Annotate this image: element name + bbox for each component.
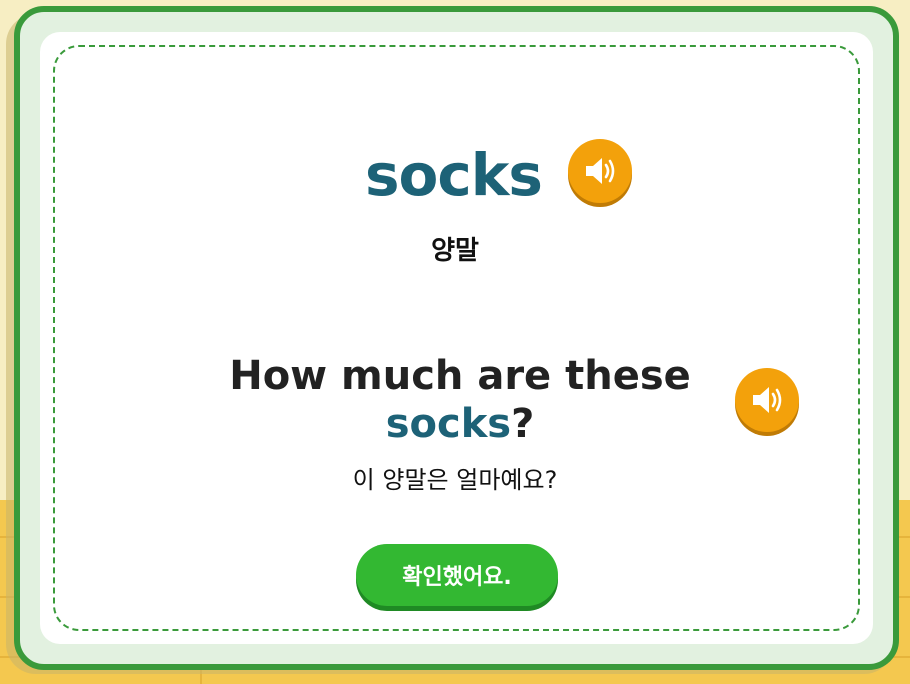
word-container: socks <box>365 140 543 210</box>
example-sentence: How much are these socks? <box>200 352 720 448</box>
confirm-button[interactable]: 확인했어요. <box>356 544 558 606</box>
sentence-audio-button[interactable] <box>735 368 799 432</box>
word-meaning: 양말 <box>431 236 479 266</box>
sentence-translation: 이 양말은 얼마예요? <box>352 466 558 494</box>
sentence-highlight-word: socks <box>385 401 512 447</box>
speaker-icon <box>586 158 615 184</box>
sentence-punctuation: ? <box>511 401 535 447</box>
sentence-text: How much are these <box>229 353 691 399</box>
vocab-word: socks <box>365 141 543 209</box>
speaker-icon <box>753 387 782 413</box>
word-audio-button[interactable] <box>568 139 632 203</box>
